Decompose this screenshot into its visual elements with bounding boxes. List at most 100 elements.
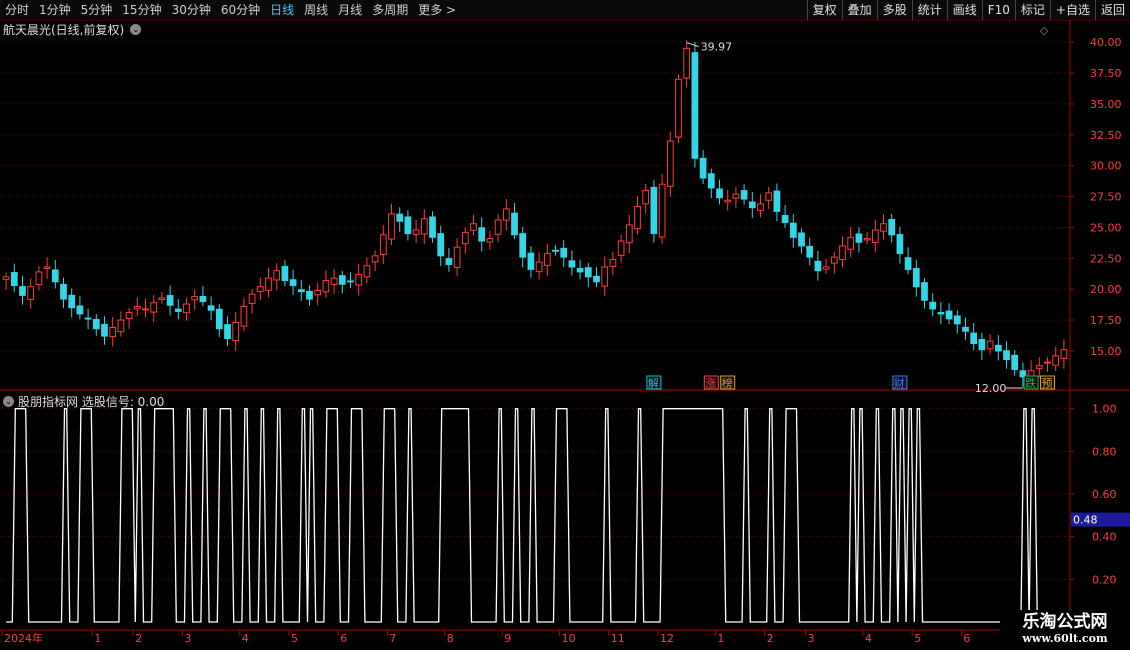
candle-body: [1060, 349, 1068, 359]
candle-body: [461, 231, 469, 245]
candle-body: [207, 305, 215, 311]
candle-body: [1052, 355, 1060, 366]
x-tick-label: 9: [504, 632, 511, 645]
candle-body: [748, 201, 756, 209]
x-tick-label: 3: [808, 632, 815, 645]
candle-body: [683, 47, 691, 79]
candle-body: [593, 275, 600, 283]
candle-body: [338, 275, 346, 285]
candle-body: [256, 286, 264, 292]
candle-body: [273, 270, 281, 281]
candle-body: [379, 234, 387, 255]
max-pointer: [686, 42, 699, 48]
x-tick-label: 1: [717, 632, 724, 645]
candle-body: [420, 218, 428, 235]
chart-canvas[interactable]: 40.00 37.50 35.00 32.50 30.00 27.50 25.00 22.50…: [0, 0, 1130, 650]
candle-body: [576, 268, 584, 273]
diamond-icon: ◇: [1040, 24, 1049, 37]
candle-body: [68, 294, 76, 309]
candle-body: [707, 173, 715, 189]
x-tick-label: 7: [389, 632, 396, 645]
signal-tick-label: 1.00: [1092, 403, 1117, 416]
candle-body: [773, 190, 781, 212]
price-tick-label: 25.00: [1090, 221, 1122, 234]
candle-body: [174, 308, 182, 312]
x-tick-label: 2: [135, 632, 142, 645]
candle-body: [355, 273, 363, 286]
candle-body: [281, 266, 289, 282]
candle-body: [937, 312, 945, 315]
candle-body: [912, 268, 920, 288]
candle-body: [429, 216, 436, 238]
x-tick-label: 2: [767, 632, 774, 645]
candle-body: [306, 290, 313, 300]
candle-body: [486, 238, 494, 243]
candle-body: [289, 279, 297, 286]
candle-body: [478, 227, 486, 242]
candle-body: [601, 266, 609, 287]
candle-body: [953, 315, 961, 325]
candle-body: [994, 344, 1002, 352]
candle-body: [986, 340, 994, 350]
candle-body: [789, 222, 797, 238]
candle-body: [888, 218, 896, 236]
price-tick-label: 30.00: [1090, 160, 1122, 173]
candle-body: [634, 205, 641, 230]
candle-body: [617, 240, 625, 256]
candle-body: [142, 308, 149, 311]
candle-body: [224, 324, 231, 340]
candle-body: [60, 283, 67, 300]
candle-body: [330, 277, 338, 285]
signal-tick-label: 0.20: [1092, 573, 1117, 586]
x-tick-label: 1: [94, 632, 101, 645]
x-tick-label: 10: [562, 632, 576, 645]
candle-body: [642, 189, 650, 205]
candle-body: [215, 308, 223, 330]
candle-body: [1011, 354, 1019, 370]
candle-body: [43, 266, 51, 269]
candle-body: [314, 289, 322, 296]
candle-body: [543, 252, 551, 266]
candle-body: [297, 289, 305, 293]
x-tick-label: 8: [447, 632, 454, 645]
candle-body: [166, 295, 174, 306]
candle-body: [945, 310, 953, 320]
candle-body: [798, 232, 805, 247]
candle-body: [781, 215, 789, 223]
candle-body: [1035, 365, 1043, 369]
candle-body: [847, 236, 855, 250]
candle-body: [232, 322, 240, 342]
candle-body: [814, 260, 822, 272]
candle-body: [519, 233, 527, 258]
event-marker-label: 涨: [705, 377, 716, 390]
current-value-label: 0.48: [1073, 514, 1098, 527]
price-tick-label: 35.00: [1090, 98, 1122, 111]
watermark-line1: 乐淘公式网: [1022, 612, 1108, 632]
candle-body: [625, 224, 633, 244]
signal-line: [6, 408, 1064, 623]
x-tick-label: 5: [914, 632, 921, 645]
candle-body: [322, 280, 330, 293]
x-tick-label: 3: [184, 632, 191, 645]
candle-body: [929, 301, 937, 310]
candle-body: [158, 297, 166, 300]
price-tick-label: 40.00: [1090, 36, 1122, 49]
signal-tick-label: 0.80: [1092, 445, 1117, 458]
x-tick-label: 12: [660, 632, 674, 645]
candle-body: [191, 296, 199, 301]
candle-body: [445, 258, 453, 265]
min-price-label: 12.00: [975, 382, 1007, 395]
candle-body: [109, 326, 117, 338]
candle-body: [371, 255, 379, 263]
x-tick-label: 2024年: [4, 631, 43, 645]
candle-body: [560, 247, 568, 258]
candle-body: [863, 238, 871, 241]
candle-body: [527, 252, 535, 270]
candle-body: [470, 223, 477, 231]
candle-body: [84, 317, 92, 320]
event-marker-label: 解: [648, 376, 659, 390]
candle-body: [363, 265, 371, 278]
candle-body: [740, 190, 748, 200]
candle-body: [10, 272, 18, 286]
candle-body: [904, 257, 912, 270]
